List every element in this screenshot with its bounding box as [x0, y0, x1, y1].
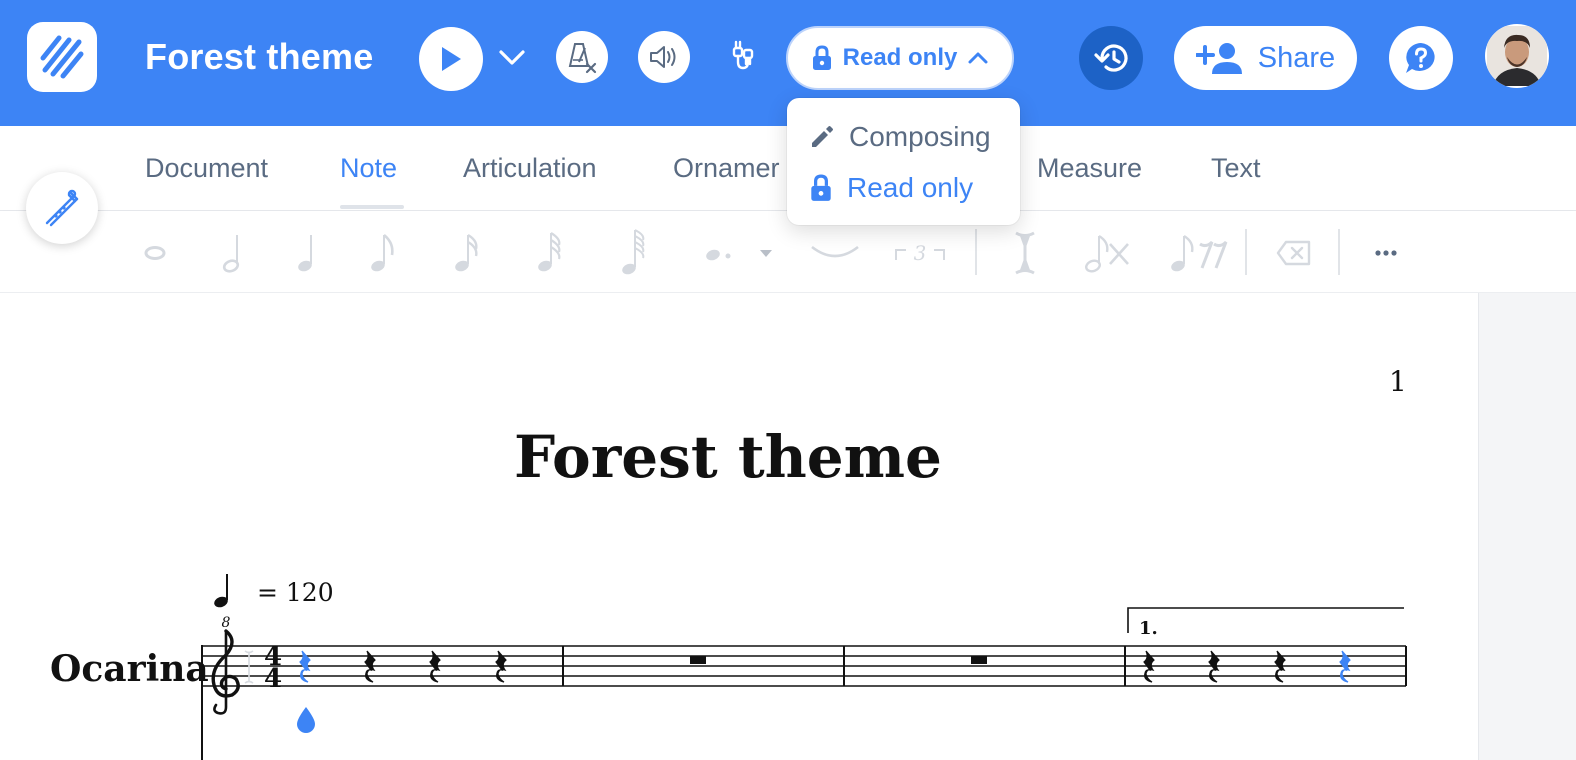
- more-icon[interactable]: [1372, 231, 1400, 275]
- cursor-icon[interactable]: [1010, 231, 1040, 275]
- rest-icon[interactable]: [1168, 231, 1232, 275]
- user-avatar[interactable]: [1485, 24, 1549, 88]
- chevron-up-icon: [968, 52, 988, 64]
- svg-text:4: 4: [264, 664, 282, 691]
- tab-articulation[interactable]: Articulation: [463, 153, 597, 184]
- tie-icon[interactable]: [808, 231, 862, 275]
- sixteenth-note-icon[interactable]: [450, 231, 484, 275]
- sound-button[interactable]: [638, 31, 690, 83]
- tab-document[interactable]: Document: [145, 153, 268, 184]
- half-note-icon[interactable]: [218, 231, 248, 275]
- chevron-down-icon: [499, 50, 525, 65]
- quarter-rest[interactable]: [426, 649, 446, 685]
- toolbar-divider: [975, 229, 977, 275]
- delete-icon[interactable]: [1276, 231, 1312, 275]
- tab-measure[interactable]: Measure: [1037, 153, 1142, 184]
- quarter-rest[interactable]: [1336, 649, 1356, 685]
- quarter-note-icon[interactable]: [292, 231, 322, 275]
- mode-option-read-only[interactable]: Read only: [809, 170, 973, 206]
- playback-options-button[interactable]: [492, 40, 532, 76]
- volta-label[interactable]: 1.: [1139, 618, 1158, 639]
- add-person-icon: [1195, 43, 1242, 74]
- note-toolbar: 3: [0, 211, 1576, 293]
- midi-input-button[interactable]: [720, 34, 766, 80]
- quarter-rest[interactable]: [492, 649, 512, 685]
- tab-ornaments[interactable]: Ornamer: [673, 153, 780, 184]
- mode-label: Read only: [842, 44, 958, 71]
- mode-option-label: Composing: [849, 121, 991, 152]
- measure-rest[interactable]: [688, 655, 708, 667]
- score-area: 1 Forest theme = 120 Ocarina 8 4 4 1.: [0, 293, 1576, 760]
- remove-note-icon[interactable]: [1082, 231, 1132, 275]
- score-page[interactable]: 1 Forest theme = 120 Ocarina 8 4 4 1.: [0, 293, 1478, 760]
- instrument-tool-button[interactable]: [26, 172, 98, 244]
- treble-clef-8va-icon: 8: [211, 615, 240, 715]
- mode-selector[interactable]: Read only: [786, 26, 1014, 90]
- quarter-rest[interactable]: [296, 649, 316, 685]
- quarter-rest[interactable]: [1140, 649, 1160, 685]
- insertion-cursor: [244, 650, 254, 684]
- share-button[interactable]: Share: [1174, 26, 1357, 90]
- lock-icon: [811, 174, 831, 201]
- mode-option-composing[interactable]: Composing: [809, 119, 991, 155]
- quarter-rest[interactable]: [1271, 649, 1291, 685]
- sixty-fourth-note-icon[interactable]: [617, 229, 651, 275]
- lock-icon: [812, 45, 831, 70]
- dot-dropdown-icon[interactable]: [756, 231, 776, 275]
- measure-rest[interactable]: [969, 655, 989, 667]
- tab-note[interactable]: Note: [340, 153, 397, 184]
- selection-handle-icon[interactable]: [295, 706, 317, 734]
- svg-text:8: 8: [222, 615, 231, 631]
- logo-stripes-icon: [40, 35, 84, 79]
- quarter-rest[interactable]: [1205, 649, 1225, 685]
- whole-note-icon[interactable]: [140, 231, 170, 275]
- help-chat-icon: [1406, 43, 1435, 73]
- active-tab-indicator: [340, 205, 404, 209]
- history-button[interactable]: [1079, 26, 1143, 90]
- flute-icon: [45, 189, 79, 227]
- thirty-second-note-icon[interactable]: [533, 231, 567, 275]
- history-icon: [1094, 44, 1128, 72]
- help-button[interactable]: [1389, 26, 1453, 90]
- cable-icon: [732, 40, 754, 70]
- tab-text[interactable]: Text: [1211, 153, 1261, 184]
- tuplet-number: 3: [914, 241, 927, 265]
- user-photo-icon: [1487, 26, 1547, 86]
- time-signature[interactable]: 4 4: [258, 643, 288, 691]
- quarter-rest[interactable]: [361, 649, 381, 685]
- eighth-note-icon[interactable]: [366, 231, 400, 275]
- document-title[interactable]: Forest theme: [145, 36, 373, 78]
- play-icon: [442, 47, 461, 71]
- score-right-margin: [1478, 293, 1576, 760]
- app-logo[interactable]: [27, 22, 97, 92]
- speaker-icon: [650, 46, 676, 68]
- tuplet-icon[interactable]: 3: [892, 231, 948, 275]
- toolbar-divider: [1245, 229, 1247, 275]
- metronome-off-icon: [568, 43, 597, 74]
- play-button[interactable]: [419, 27, 483, 91]
- pencil-icon: [812, 126, 833, 147]
- share-label: Share: [1257, 41, 1336, 74]
- mode-option-label: Read only: [847, 172, 974, 203]
- metronome-button[interactable]: [556, 31, 608, 83]
- mode-menu: Composing Read only: [787, 98, 1020, 225]
- toolbar-divider: [1338, 229, 1340, 275]
- dot-icon[interactable]: [702, 231, 734, 275]
